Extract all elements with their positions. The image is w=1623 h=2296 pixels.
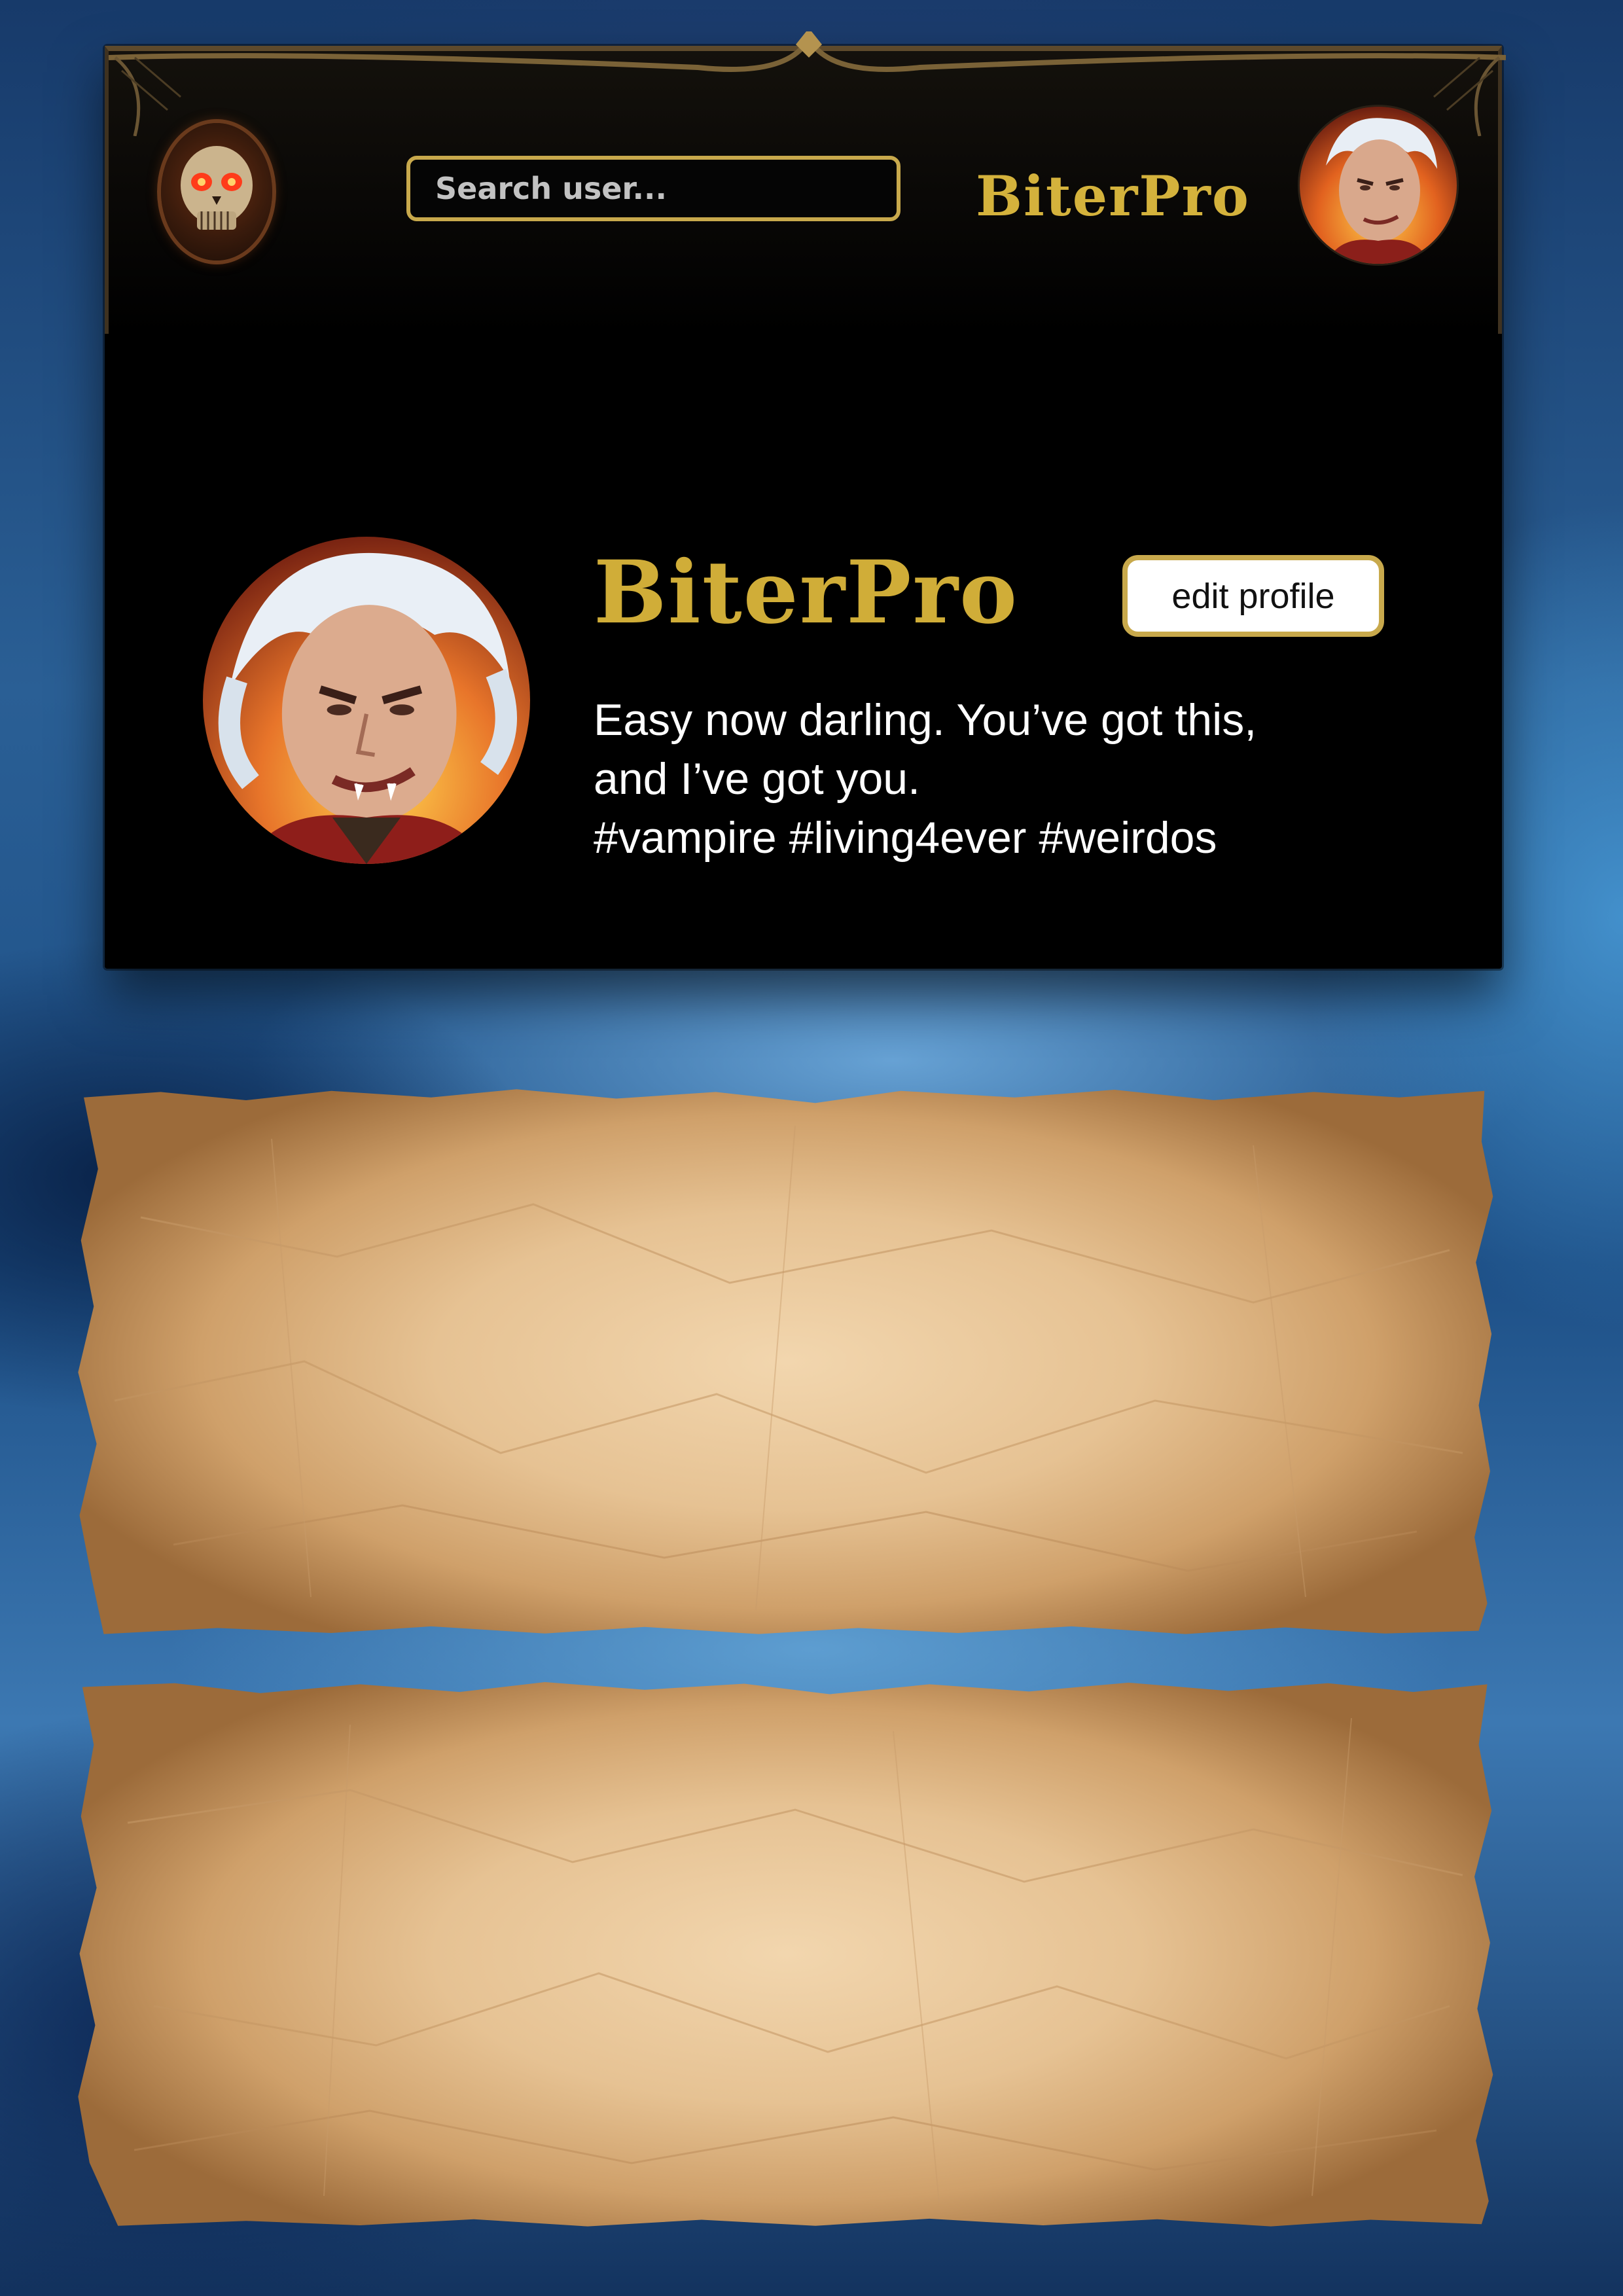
post-card[interactable] [78, 1682, 1493, 2227]
profile-name: BiterPro [594, 542, 1019, 643]
profile-panel: BiterPro [105, 31, 1506, 969]
skull-logo-icon[interactable] [161, 123, 272, 260]
edit-profile-button[interactable]: edit profile [1122, 555, 1384, 637]
user-avatar[interactable] [1300, 107, 1457, 264]
brand-title[interactable]: BiterPro [976, 169, 1250, 224]
profile-avatar [203, 537, 530, 864]
top-bar: BiterPro [105, 31, 1506, 334]
search-input[interactable] [406, 156, 901, 221]
post-card[interactable] [78, 1089, 1493, 1634]
bio-line: and I’ve got you. [594, 754, 921, 804]
ornament-frame-icon [109, 31, 1506, 136]
profile-bio: Easy now darling. You’ve got this, and I… [594, 691, 1412, 867]
parchment-texture-icon [127, 1717, 1463, 2203]
bio-hashtags: #vampire #living4ever #weirdos [594, 813, 1217, 863]
bio-line: Easy now darling. You’ve got this, [594, 695, 1257, 745]
parchment-texture-icon [114, 1125, 1463, 1611]
